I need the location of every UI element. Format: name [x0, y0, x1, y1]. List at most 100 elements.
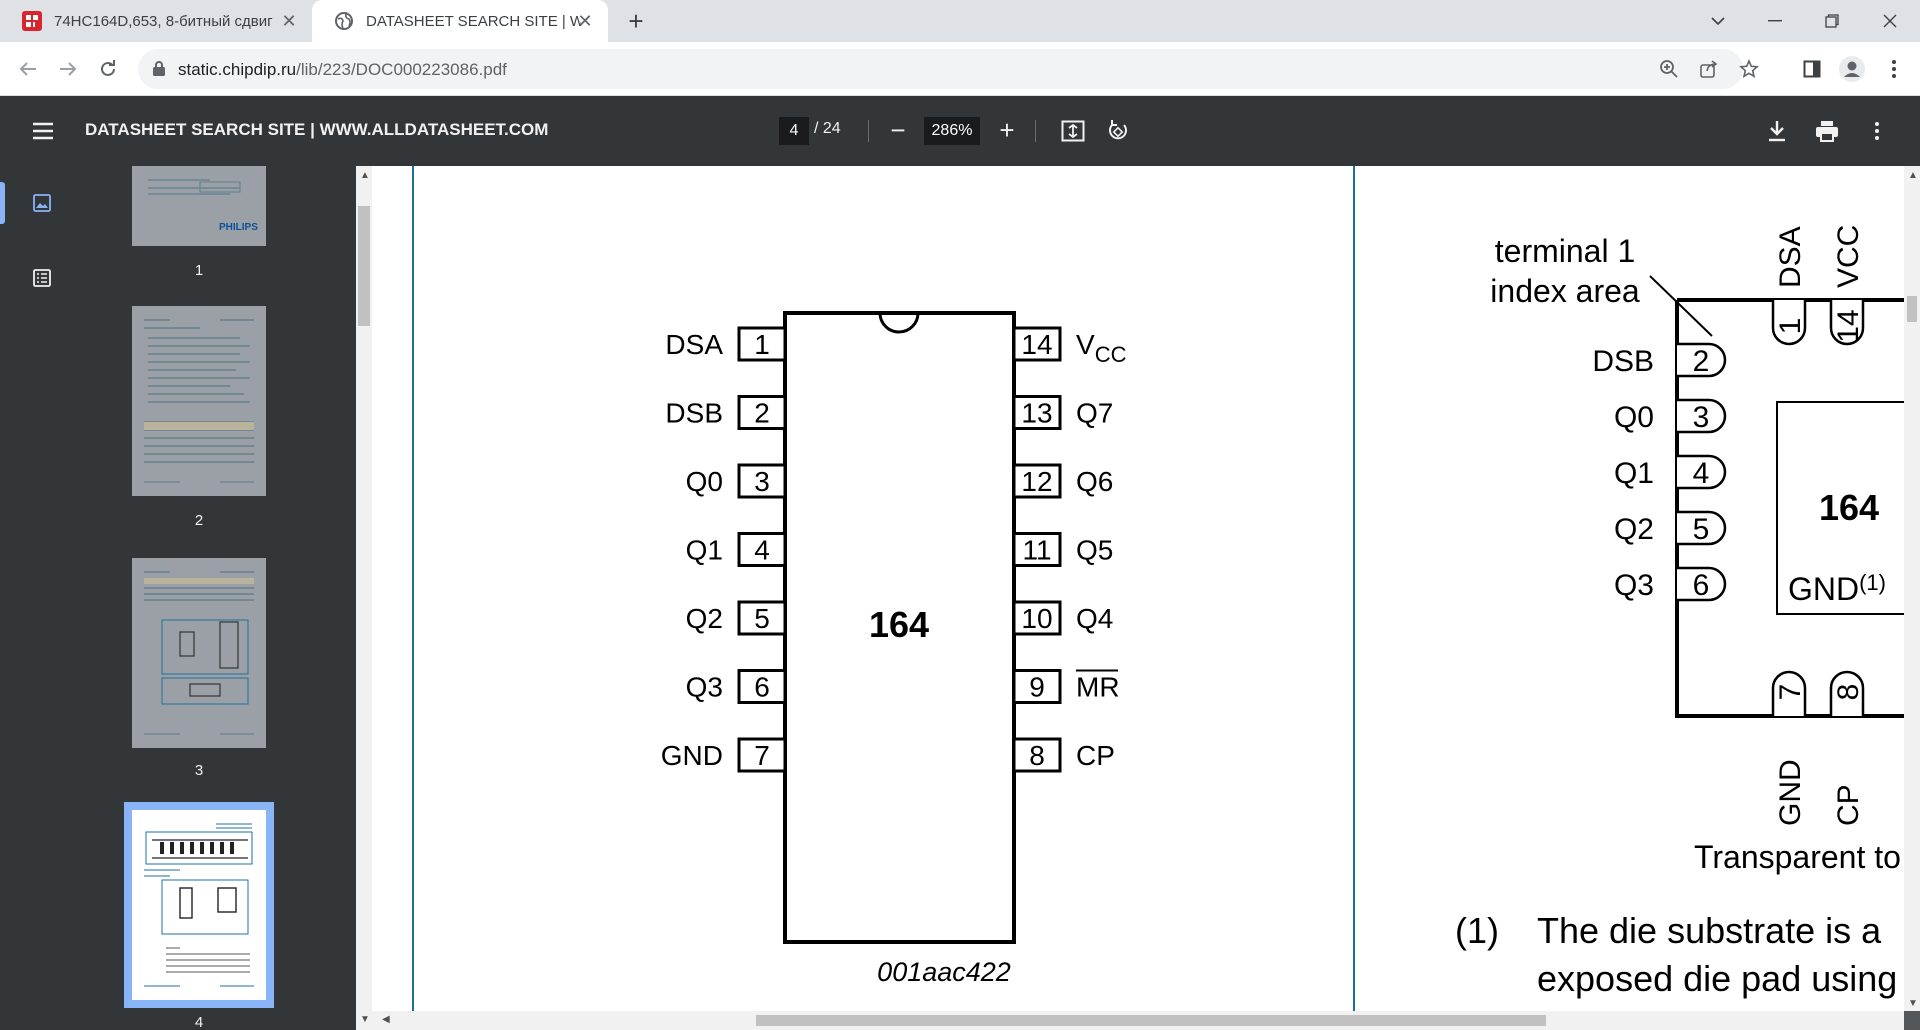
- outline-view-button[interactable]: [25, 261, 59, 295]
- pin-name-main: V: [1076, 329, 1095, 360]
- print-icon[interactable]: [1814, 118, 1840, 144]
- browser-menu-icon[interactable]: [1878, 53, 1910, 85]
- pdf-page: 164 001aac422 1 DSA 2 DSB 3 Q0 4 Q1 5 Q2 6 Q3 7 GND 1…: [372, 166, 1904, 1011]
- pin-name: Q2: [686, 603, 723, 634]
- url-text: static.chipdip.ru/lib/223/DOC000223086.p…: [178, 60, 507, 80]
- tab-search-icon[interactable]: [1690, 0, 1746, 42]
- pin-number: 14: [1832, 309, 1865, 342]
- page-thumbnail-2[interactable]: [132, 306, 266, 496]
- new-tab-button[interactable]: +: [622, 8, 650, 36]
- scroll-up-arrow-icon[interactable]: ▲: [360, 170, 370, 181]
- pin-name: DSB: [1592, 345, 1654, 378]
- scrollbar-thumb[interactable]: [1907, 296, 1917, 322]
- image-icon: [33, 194, 51, 212]
- zoom-out-button[interactable]: −: [886, 117, 910, 144]
- tab-datasheet[interactable]: DATASHEET SEARCH SITE | WWW ✕: [312, 0, 608, 42]
- tab-close-icon[interactable]: ✕: [280, 12, 298, 30]
- active-indicator: [0, 182, 5, 224]
- scrollbar-thumb[interactable]: [358, 206, 370, 326]
- sidebar-scrollbar[interactable]: ▲ ▼: [356, 166, 372, 1030]
- pin-name-main: CP: [1076, 740, 1115, 771]
- profile-avatar[interactable]: [1836, 53, 1868, 85]
- page-number-input[interactable]: 4: [779, 117, 809, 145]
- document-horizontal-scrollbar[interactable]: ◀: [372, 1011, 1904, 1030]
- tab-chipdip[interactable]: 74HC164D,653, 8-битный сдвиг ✕: [0, 0, 312, 42]
- scroll-down-arrow-icon[interactable]: ▼: [1908, 998, 1918, 1009]
- figure-id: 001aac422: [877, 957, 1011, 987]
- note-text: exposed die pad using: [1537, 958, 1897, 999]
- toolbar-divider: [1035, 120, 1036, 142]
- zoom-icon[interactable]: [1658, 58, 1680, 80]
- rotate-icon[interactable]: [1105, 118, 1131, 144]
- scroll-left-arrow-icon[interactable]: ◀: [382, 1014, 390, 1025]
- pin-name-subscript: CC: [1095, 342, 1127, 367]
- restore-icon[interactable]: [1804, 0, 1860, 42]
- thumbnail-label: 2: [194, 512, 204, 529]
- scroll-down-arrow-icon[interactable]: ▼: [360, 1014, 370, 1025]
- pin-number: 6: [1693, 569, 1710, 602]
- thumbnail-content: PHILIPS: [140, 166, 258, 238]
- globe-icon: [335, 12, 353, 30]
- pin-number: 10: [1021, 603, 1052, 634]
- fit-page-icon[interactable]: [1060, 118, 1086, 144]
- page-thumbnail-3[interactable]: [132, 558, 266, 748]
- pin-number: 13: [1021, 398, 1052, 429]
- pin-number: 14: [1021, 329, 1052, 360]
- side-panel-icon[interactable]: [1796, 53, 1828, 85]
- close-window-icon[interactable]: [1862, 0, 1918, 42]
- pin-number: 1: [1774, 318, 1807, 335]
- hamburger-menu-icon[interactable]: [30, 118, 56, 144]
- back-button[interactable]: [12, 53, 44, 85]
- url-host: static.chipdip.ru: [178, 60, 297, 79]
- index-area-label: index area: [1490, 273, 1640, 309]
- qfn-bottom-pins: 7 GND 8 CP: [1771, 670, 1865, 826]
- pdf-viewer: 164 001aac422 1 DSA 2 DSB 3 Q0 4 Q1 5 Q2 6 Q3 7 GND 1…: [372, 166, 1920, 1030]
- pin-name: CP: [1832, 784, 1865, 826]
- thumbnails-view-button[interactable]: [25, 186, 59, 220]
- tab-close-icon[interactable]: ✕: [576, 12, 594, 30]
- more-options-icon[interactable]: [1864, 118, 1890, 144]
- reload-button[interactable]: [92, 53, 124, 85]
- address-bar[interactable]: static.chipdip.ru/lib/223/DOC000223086.p…: [138, 49, 1759, 89]
- pin-name: Q7: [1076, 398, 1113, 429]
- pin-number: 6: [754, 672, 770, 703]
- scroll-up-arrow-icon[interactable]: ▲: [1908, 170, 1918, 181]
- pin-number: 5: [1693, 513, 1710, 546]
- forward-button[interactable]: [52, 53, 84, 85]
- tab-strip: 74HC164D,653, 8-битный сдвиг ✕ DATASHEET…: [0, 0, 1920, 42]
- pin-number: 4: [754, 535, 770, 566]
- pin-number: 3: [754, 466, 770, 497]
- pin-number: 1: [754, 329, 770, 360]
- dip-right-pins: 14 VCC 13 Q7 12 Q6 11 Q5 10 Q4 9 MR 8 CP: [1012, 326, 1127, 773]
- pin-name: Q2: [1614, 513, 1654, 546]
- index-area-label: terminal 1: [1495, 233, 1636, 269]
- tab-title: DATASHEET SEARCH SITE | WWW: [366, 12, 581, 30]
- page-thumbnail-4[interactable]: [124, 802, 274, 1008]
- pin-number: 12: [1021, 466, 1052, 497]
- pin-number: 4: [1693, 457, 1710, 490]
- page-thumbnail-1[interactable]: PHILIPS: [132, 166, 266, 246]
- thumbnail-label: 4: [194, 1014, 204, 1030]
- account-icon: [1839, 56, 1865, 82]
- zoom-in-button[interactable]: +: [995, 117, 1019, 144]
- qfn-top-pins: 1 DSA 14 VCC: [1771, 225, 1865, 346]
- thumbnail-label: 3: [194, 762, 204, 779]
- pin-name: DSB: [665, 398, 723, 429]
- list-icon: [33, 269, 51, 287]
- thumbnail-content: [140, 818, 258, 992]
- pin-number: 7: [754, 740, 770, 771]
- pin-name: VCC: [1832, 225, 1865, 288]
- download-icon[interactable]: [1764, 118, 1790, 144]
- share-icon[interactable]: [1698, 58, 1720, 80]
- bookmark-star-icon[interactable]: [1738, 58, 1760, 80]
- figure-caption: Transparent to: [1694, 839, 1901, 875]
- scrollbar-thumb[interactable]: [756, 1015, 1546, 1026]
- document-vertical-scrollbar[interactable]: ▲ ▼: [1904, 166, 1920, 1011]
- pin-name: Q5: [1076, 535, 1113, 566]
- document-title: DATASHEET SEARCH SITE | WWW.ALLDATASHEET…: [85, 120, 549, 139]
- pin-number: 2: [1693, 345, 1710, 378]
- minimize-icon[interactable]: [1747, 0, 1803, 42]
- pin-name: Q0: [1614, 401, 1654, 434]
- dip-left-pins: 1 DSA 2 DSB 3 Q0 4 Q1 5 Q2 6 Q3 7 GND: [661, 326, 787, 773]
- zoom-level-input[interactable]: 286%: [924, 117, 980, 145]
